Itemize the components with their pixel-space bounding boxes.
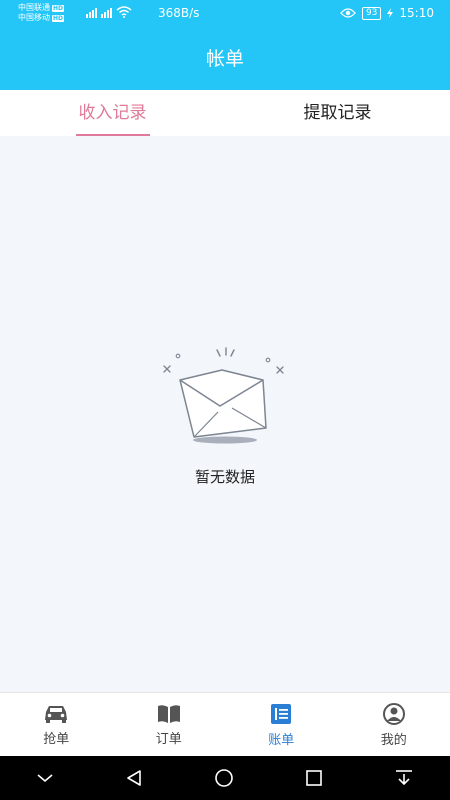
signal-icon	[86, 8, 97, 18]
back-icon[interactable]	[125, 769, 143, 787]
wifi-icon	[116, 6, 132, 18]
nav-item-bills[interactable]: 账单	[225, 693, 338, 757]
clock: 15:10	[399, 6, 434, 20]
nav-item-grab-order[interactable]: 抢单	[0, 693, 113, 757]
chevron-down-icon[interactable]	[36, 772, 54, 784]
book-icon	[157, 704, 180, 723]
signal-icon	[101, 8, 112, 18]
status-right: 93 15:10	[340, 6, 434, 20]
tab-income-records[interactable]: 收入记录	[0, 90, 225, 136]
eye-icon	[340, 8, 356, 18]
page-title: 帐单	[205, 48, 244, 70]
home-icon[interactable]	[214, 768, 234, 788]
nav-item-mine[interactable]: 我的	[338, 693, 450, 757]
car-icon	[45, 705, 68, 723]
carrier-1: 中国联通	[18, 3, 50, 12]
notification-pull-icon[interactable]	[394, 769, 414, 787]
hd-badge: HD	[52, 15, 65, 22]
status-bar: 中国联通 HD 中国移动 HD 368B/s 93 15:10	[0, 0, 450, 28]
nav-label: 账单	[268, 732, 295, 748]
bottom-nav: 抢单 订单 账单 我的	[0, 692, 450, 757]
battery-indicator: 93	[361, 6, 382, 20]
charging-icon	[387, 8, 394, 18]
hd-badge: HD	[52, 5, 65, 12]
tab-withdrawal-records[interactable]: 提取记录	[225, 90, 450, 136]
empty-state-text: 暂无数据	[194, 468, 255, 486]
nav-item-orders[interactable]: 订单	[113, 693, 226, 757]
nav-label: 我的	[380, 732, 407, 748]
system-nav-bar	[0, 756, 450, 800]
network-speed: 368B/s	[158, 6, 200, 20]
recent-apps-icon[interactable]	[305, 769, 323, 787]
empty-envelope-icon	[163, 347, 284, 444]
bill-icon	[271, 703, 292, 724]
nav-label: 订单	[155, 731, 182, 747]
header: 帐单	[0, 28, 450, 90]
tab-bar: 收入记录 提取记录	[0, 90, 450, 136]
nav-label: 抢单	[43, 731, 70, 747]
signal-icons	[86, 6, 132, 18]
carrier-info: 中国联通 HD 中国移动 HD	[18, 3, 65, 23]
user-icon	[382, 702, 405, 725]
main-content: 暂无数据	[0, 136, 450, 692]
carrier-2: 中国移动	[18, 13, 50, 22]
